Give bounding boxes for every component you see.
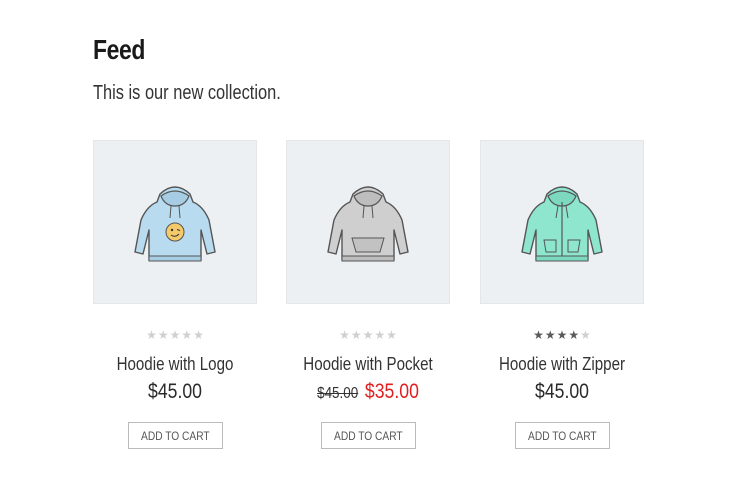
product-name[interactable]: Hoodie with Pocket <box>299 353 437 375</box>
star-icon: ★ <box>146 328 157 342</box>
product-image[interactable] <box>286 140 450 304</box>
star-icon: ★ <box>350 328 362 342</box>
star-icon: ★ <box>181 328 193 342</box>
product-image[interactable] <box>480 140 644 304</box>
star-icon: ★ <box>556 328 568 342</box>
product-card: ★ ★ ★ ★ ★ Hoodie with Logo $45.00 ADD TO CAR… <box>93 140 257 449</box>
page-title: Feed <box>93 34 145 65</box>
add-to-cart-button[interactable]: ADD TO CART <box>320 422 416 449</box>
product-price: $45.00 <box>148 380 202 403</box>
product-grid: ★ ★ ★ ★ ★ Hoodie with Logo $45.00 ADD TO CAR… <box>93 140 644 460</box>
star-icon: ★ <box>157 328 169 342</box>
product-old-price: $45.00 <box>317 385 359 402</box>
add-to-cart-label: ADD TO CART <box>140 429 210 443</box>
star-icon: ★ <box>374 328 386 342</box>
rating-stars: ★ ★ ★ ★ ★ <box>93 328 257 342</box>
star-icon: ★ <box>568 328 580 342</box>
add-to-cart-label: ADD TO CART <box>527 429 597 443</box>
add-to-cart-button[interactable]: ADD TO CART <box>514 422 610 449</box>
price-row: $45.00 $35.00 <box>299 380 437 404</box>
star-icon: ★ <box>193 328 204 342</box>
add-to-cart-label: ADD TO CART <box>333 429 403 443</box>
hoodie-logo-icon <box>134 186 216 262</box>
star-icon: ★ <box>533 328 544 342</box>
star-icon: ★ <box>544 328 556 342</box>
add-to-cart-button[interactable]: ADD TO CART <box>127 422 223 449</box>
page-subtitle: This is our new collection. <box>93 82 281 104</box>
star-icon: ★ <box>339 328 350 342</box>
rating-stars: ★ ★ ★ ★ ★ <box>480 328 644 342</box>
product-name[interactable]: Hoodie with Zipper <box>493 353 631 375</box>
star-icon: ★ <box>386 328 397 342</box>
product-sale-price: $35.00 <box>364 380 419 403</box>
price-row: $45.00 <box>493 380 631 404</box>
rating-stars: ★ ★ ★ ★ ★ <box>286 328 450 342</box>
star-icon: ★ <box>169 328 181 342</box>
product-card: ★ ★ ★ ★ ★ Hoodie with Zipper $45.00 ADD TO C… <box>480 140 644 449</box>
product-name[interactable]: Hoodie with Logo <box>106 353 244 375</box>
product-card: ★ ★ ★ ★ ★ Hoodie with Pocket $45.00 $35.00 A… <box>286 140 450 449</box>
star-icon: ★ <box>580 328 591 342</box>
product-image[interactable] <box>93 140 257 304</box>
hoodie-pocket-icon <box>327 186 409 262</box>
product-price: $45.00 <box>535 380 589 403</box>
hoodie-zipper-icon <box>521 186 603 262</box>
price-row: $45.00 <box>106 380 244 404</box>
star-icon: ★ <box>362 328 374 342</box>
